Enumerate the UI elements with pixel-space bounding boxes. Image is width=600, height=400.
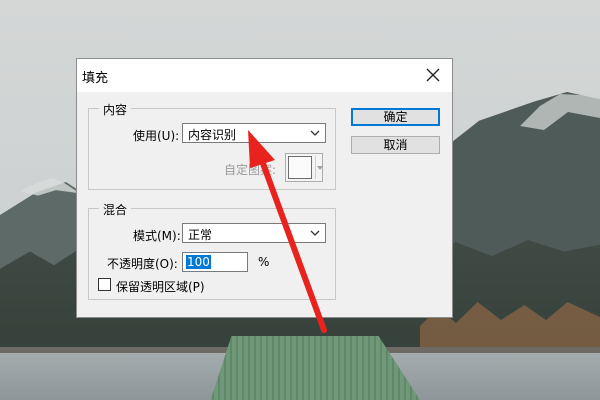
preserve-transparency-label[interactable]: 保留透明区域(P) bbox=[116, 278, 205, 295]
opacity-input[interactable]: 100 bbox=[182, 252, 248, 272]
use-select-value: 内容识别 bbox=[188, 128, 237, 142]
close-icon bbox=[426, 68, 440, 82]
custom-pattern-label: 自定图案: bbox=[224, 163, 277, 177]
dialog-title: 填充 bbox=[82, 71, 109, 86]
opacity-input-value: 100 bbox=[186, 255, 211, 269]
opacity-label: 不透明度(O): bbox=[107, 257, 178, 271]
pattern-picker-divider bbox=[315, 156, 316, 179]
ok-button[interactable]: 确定 bbox=[351, 108, 440, 126]
pattern-preview bbox=[288, 156, 312, 179]
cancel-button[interactable]: 取消 bbox=[351, 136, 440, 154]
use-select[interactable]: 内容识别 bbox=[182, 123, 326, 143]
chevron-down-icon bbox=[310, 130, 320, 136]
custom-pattern-picker[interactable] bbox=[285, 153, 323, 182]
mode-select-value: 正常 bbox=[188, 228, 213, 242]
mode-label: 模式(M): bbox=[133, 229, 181, 243]
dialog-titlebar: 填充 bbox=[77, 59, 452, 92]
mode-select[interactable]: 正常 bbox=[182, 223, 326, 243]
fill-dialog: 填充 内容 使用(U): 内容识别 自定图案: 混合 模式(M): 正常 不透明… bbox=[76, 58, 453, 318]
blend-group-legend: 混合 bbox=[99, 201, 132, 218]
preserve-transparency-checkbox[interactable] bbox=[98, 278, 111, 291]
chevron-down-icon bbox=[317, 166, 323, 170]
content-group-legend: 内容 bbox=[99, 101, 132, 118]
chevron-down-icon bbox=[310, 230, 320, 236]
opacity-unit: % bbox=[258, 255, 270, 269]
use-label: 使用(U): bbox=[133, 129, 180, 143]
close-button[interactable] bbox=[415, 59, 451, 91]
